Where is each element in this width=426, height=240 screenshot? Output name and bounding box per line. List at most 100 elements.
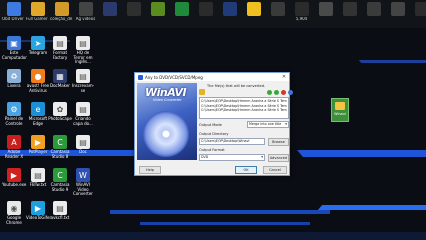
desktop-shortcut[interactable]: ▶ VideoToGifer — [26, 201, 52, 221]
taskbar-item-label: coleção_de materiais... — [50, 17, 73, 21]
shortcut-label: Adobe Reader X — [4, 149, 24, 159]
app-icon — [222, 2, 237, 16]
desktop-shortcut[interactable]: W WinAVI Video Converter — [72, 168, 94, 197]
shortcut-label: Microsoft Edge — [28, 116, 48, 126]
shortcut-label: Doc — [79, 149, 87, 154]
desktop-shortcut[interactable]: ✿ PhotoScape — [48, 102, 72, 122]
desktop-shortcut[interactable]: ➤ Telegram — [27, 36, 49, 56]
desktop-shortcut[interactable]: C Camtasia Studio 9 — [49, 168, 71, 192]
taskbar-item[interactable] — [122, 0, 145, 28]
shortcut-icon: ▤ — [53, 36, 67, 50]
shortcut-icon: ● — [31, 69, 45, 83]
shortcut-label: VideoToGifer — [26, 215, 52, 220]
ok-button[interactable]: OK — [235, 166, 257, 174]
taskbar-item[interactable] — [242, 0, 265, 28]
taskbar-item[interactable]: 5,904 — [290, 0, 313, 28]
taskbar-item[interactable] — [218, 0, 241, 28]
winavi-folder[interactable]: Winavi — [331, 98, 349, 122]
shortcut-icon: ♻ — [7, 69, 21, 83]
taskbar-item[interactable]: coleção_de materiais... — [50, 0, 73, 28]
remove-file-icon[interactable] — [281, 90, 286, 95]
desktop-shortcut[interactable]: ▶ PotPlayer — [27, 135, 49, 155]
app-icon — [270, 2, 285, 16]
app-icon — [342, 2, 357, 16]
app-icon — [246, 2, 261, 16]
file-list[interactable]: C:\Users\EOP\Desktop\Hmmm Aranha a Série… — [199, 97, 289, 119]
shortcut-label: Youtube.exe — [2, 182, 27, 187]
bg-stripe — [358, 60, 426, 63]
app-icon — [102, 2, 117, 16]
help-button[interactable]: Help — [139, 166, 161, 174]
taskbar-item[interactable] — [266, 0, 289, 28]
app-icon — [126, 2, 141, 16]
taskbar-item[interactable]: Full Gamer and softwa... — [26, 0, 49, 28]
desktop-shortcut[interactable]: ▤ HQ de Terror em Inglês... — [72, 36, 94, 65]
move-up-icon[interactable] — [274, 90, 279, 95]
taskbar-item[interactable] — [314, 0, 337, 28]
shortcut-icon: ➤ — [31, 36, 45, 50]
shortcut-icon: ▤ — [76, 36, 90, 50]
taskbar-item-label: 5,904 — [295, 17, 308, 21]
advanced-button[interactable]: Advanced — [268, 154, 289, 162]
browse-button[interactable]: Browse — [268, 138, 289, 146]
shortcut-label: Telegram — [28, 50, 48, 55]
desktop-shortcut[interactable]: A Adobe Reader X — [3, 135, 25, 159]
desktop-shortcut[interactable]: ● avast! Free Antivirus — [27, 69, 49, 93]
shortcut-label: Format Factory — [52, 50, 68, 60]
desktop-shortcut[interactable]: ▶ Youtube.exe — [2, 168, 27, 188]
list-item[interactable]: C:\Users\EOP\Desktop\Hmmm Aranha a Série… — [201, 108, 287, 113]
add-file-icon[interactable] — [267, 90, 272, 95]
taskbar-item[interactable] — [194, 0, 217, 28]
app-icon — [318, 2, 333, 16]
taskbar-item[interactable] — [410, 0, 426, 28]
shortcut-icon: ▤ — [31, 168, 45, 182]
taskbar-item[interactable]: Obd Driver Booster — [2, 0, 25, 28]
desktop-shortcut[interactable]: ▤ Inscrevam-se — [72, 69, 94, 93]
desktop-shortcut[interactable]: ▤ avkcfl.txt — [49, 201, 71, 221]
desktop-shortcut[interactable]: C Camtasia Studio 8 — [49, 135, 71, 159]
winavi-dialog: Any to DVD/VCD/SVCD/Mpeg ✕ WinAVI Video … — [134, 72, 293, 176]
desktop-shortcut[interactable]: ♻ Lixeira — [3, 69, 25, 89]
desktop-shortcut[interactable]: ▦ DocMaker — [49, 69, 71, 89]
desktop-shortcut[interactable]: ▤ FBTw.txt — [27, 168, 49, 188]
bg-stripe — [297, 150, 426, 157]
desktop-shortcut[interactable]: ◉ Google Chrome — [3, 201, 25, 225]
app-icon — [414, 2, 426, 16]
file-list-caption: The file(s) that will be converted. — [207, 84, 266, 88]
taskbar-item-label: Full Gamer and softwa... — [26, 17, 49, 21]
close-button[interactable]: ✕ — [279, 74, 289, 80]
settings-icon[interactable] — [288, 90, 293, 95]
taskbar-item[interactable] — [338, 0, 361, 28]
desktop-shortcut[interactable]: e Microsoft Edge — [27, 102, 49, 126]
desktop-shortcut[interactable]: ⚙ Painel de Controle — [3, 102, 25, 126]
bg-stripe — [140, 222, 310, 225]
desktop-shortcut[interactable]: ▤ Criando capa do... — [72, 102, 94, 126]
shortcut-label: avast! Free Antivirus — [26, 83, 50, 93]
taskbar-item[interactable] — [146, 0, 169, 28]
folder-label: Winavi — [334, 112, 346, 116]
shortcut-icon: ▦ — [53, 69, 67, 83]
shortcut-icon: ▶ — [7, 168, 21, 182]
taskbar-item[interactable]: Ag videos — [74, 0, 97, 28]
dialog-titlebar[interactable]: Any to DVD/VCD/SVCD/Mpeg ✕ — [135, 73, 289, 81]
shortcut-icon: ⚙ — [7, 102, 21, 116]
output-directory-field[interactable]: C:\Users\EOP\Desktop\Winavi — [199, 138, 265, 145]
output-format-label: Output Format — [199, 148, 225, 152]
shortcut-icon: ✿ — [53, 102, 67, 116]
output-mode-select[interactable]: Merge into one title ▾ — [247, 121, 289, 128]
folder-icon — [335, 102, 345, 110]
desktop-shortcut[interactable]: ▤ Doc — [72, 135, 94, 155]
folder-icon — [30, 2, 45, 16]
taskbar-item[interactable] — [386, 0, 409, 28]
app-icon — [294, 2, 309, 16]
taskbar-item[interactable] — [362, 0, 385, 28]
list-item[interactable]: C:\Users\EOP\Desktop\Hmmm Aranha a Série… — [201, 99, 287, 104]
desktop-shortcut[interactable]: ▤ Format Factory — [49, 36, 71, 60]
cancel-button[interactable]: Cancel — [263, 166, 287, 174]
desktop-shortcut[interactable]: ▣ Este Computador — [2, 36, 27, 60]
shortcut-icon: ▤ — [76, 135, 90, 149]
output-format-select[interactable]: DVD ▾ — [199, 154, 265, 161]
taskbar-item[interactable] — [98, 0, 121, 28]
shortcut-label: FBTw.txt — [29, 182, 47, 187]
taskbar-item[interactable] — [170, 0, 193, 28]
